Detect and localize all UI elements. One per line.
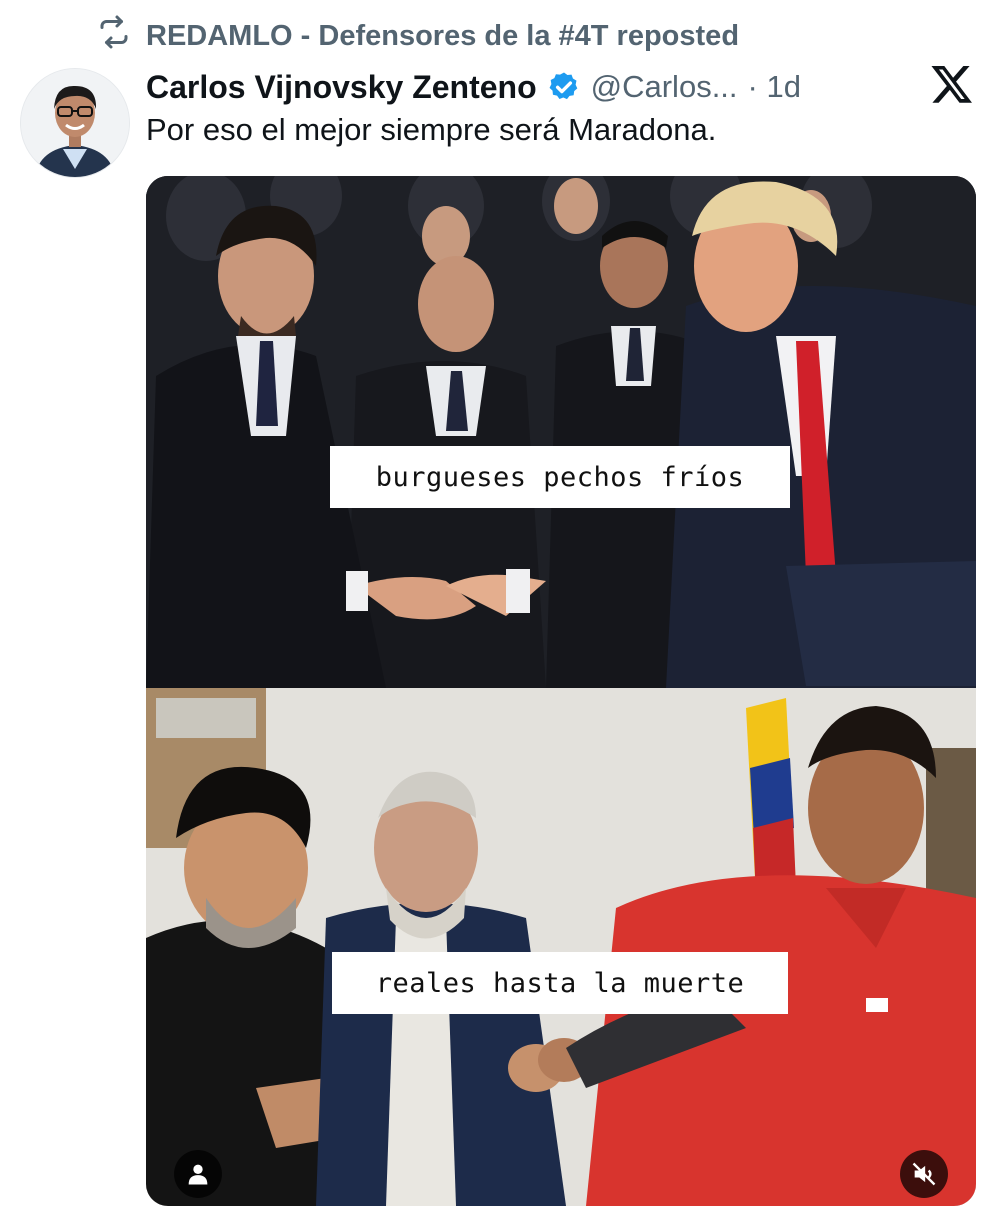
mute-button[interactable] xyxy=(900,1150,948,1198)
verified-badge-icon xyxy=(549,72,577,100)
tweet-text: Por eso el mejor siempre será Maradona. xyxy=(146,112,717,147)
avatar[interactable] xyxy=(20,68,130,178)
alt-text-button[interactable] xyxy=(174,1150,222,1198)
person-icon xyxy=(188,1164,208,1185)
meme-panel-bottom xyxy=(146,688,976,1206)
x-logo-icon[interactable] xyxy=(930,62,974,106)
tweet-header: Carlos Vijnovsky Zenteno @Carlos... · 1d xyxy=(146,64,866,110)
author-name[interactable]: Carlos Vijnovsky Zenteno xyxy=(146,69,537,106)
meme-panel-top xyxy=(146,176,976,688)
tweet-timestamp[interactable]: · 1d xyxy=(748,69,801,105)
tweet-media[interactable]: burgueses pechos fríos reales hasta la m… xyxy=(146,176,976,1206)
repost-header[interactable]: REDAMLO - Defensores de la #4T reposted xyxy=(96,14,739,58)
author-handle[interactable]: @Carlos... xyxy=(591,69,738,105)
meme-caption-top: burgueses pechos fríos xyxy=(330,446,790,508)
speaker-muted-icon xyxy=(912,1162,936,1186)
repost-icon xyxy=(96,14,132,58)
meme-caption-bottom: reales hasta la muerte xyxy=(332,952,788,1014)
repost-label[interactable]: REDAMLO - Defensores de la #4T reposted xyxy=(146,20,739,53)
